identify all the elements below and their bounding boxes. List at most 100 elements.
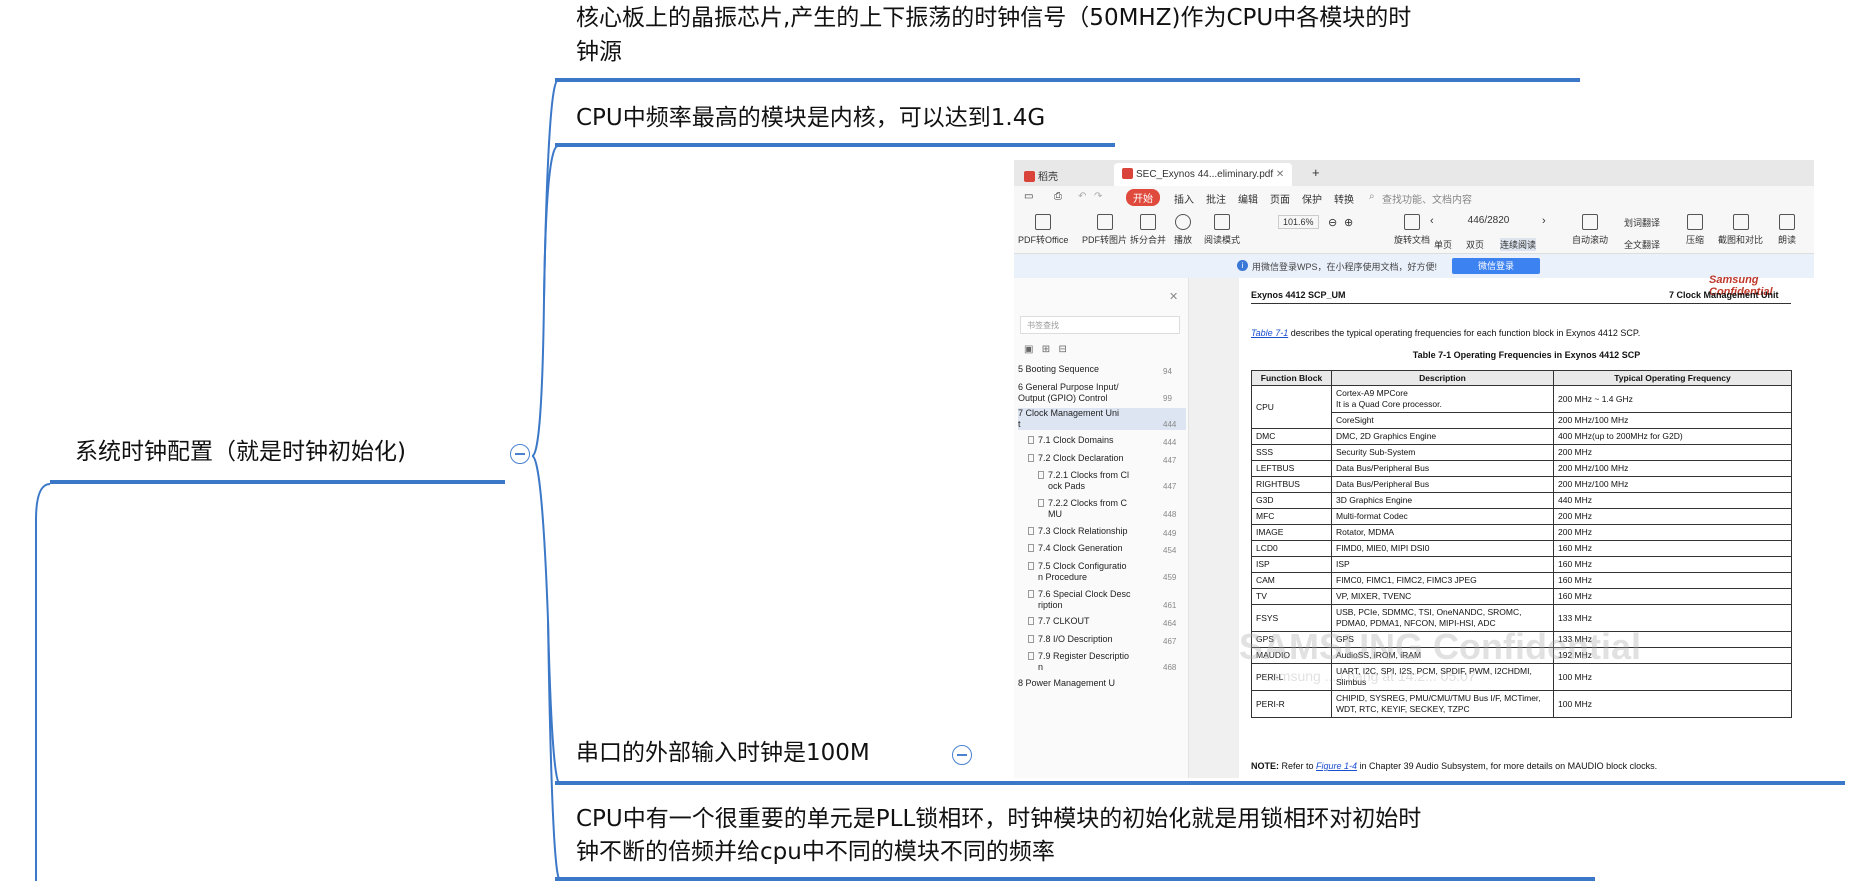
rotate-doc-button[interactable]: 旋转文档 bbox=[1394, 214, 1430, 246]
embedded-pdf-screenshot: 稻壳 SEC_Exynos 44...eliminary.pdf ✕ + ▭ ⎙… bbox=[1014, 160, 1814, 778]
child-node-core-freq[interactable]: CPU中频率最高的模块是内核，可以达到1.4G bbox=[576, 103, 1045, 134]
pdf-toolbar: PDF转Office PDF转图片 拆分合并 播放 阅读模式 101.6% ⊖ … bbox=[1014, 210, 1814, 254]
auto-scroll-icon bbox=[1582, 214, 1598, 230]
menu-convert[interactable]: 转换 bbox=[1334, 191, 1354, 206]
auto-scroll-button[interactable]: 自动滚动 bbox=[1572, 214, 1608, 246]
next-page-icon[interactable]: › bbox=[1542, 215, 1546, 227]
continuous-read-button[interactable]: 连续阅读 bbox=[1500, 238, 1537, 251]
bookmark-item[interactable]: 6 General Purpose Input/Output (GPIO) Co… bbox=[1018, 382, 1186, 404]
menu-protect[interactable]: 保护 bbox=[1302, 191, 1322, 206]
child-node-crystal-underline bbox=[555, 78, 1580, 82]
new-tab-button[interactable]: + bbox=[1304, 163, 1328, 186]
cell-block: TV bbox=[1251, 588, 1332, 605]
bookmark-item[interactable]: 7.8 I/O Description 467 bbox=[1018, 634, 1186, 646]
bookmark-item[interactable]: 7.7 CLKOUT 464 bbox=[1018, 616, 1186, 628]
bookmark-item[interactable]: 7.9 Register Descriptio n 468 bbox=[1018, 651, 1186, 673]
prev-page-icon[interactable]: ‹ bbox=[1430, 215, 1434, 227]
child-node-pll-line2[interactable]: 钟不断的倍频并给cpu中不同的模块不同的频率 bbox=[576, 837, 1055, 868]
page-number-input[interactable]: 446/2820 bbox=[1441, 215, 1536, 231]
child-node-core-freq-underline bbox=[555, 143, 1115, 147]
bookmark-toolbar-icons[interactable]: ▣ ⊞ ⊟ bbox=[1024, 344, 1067, 355]
reading-mode-button[interactable]: 阅读模式 bbox=[1204, 214, 1240, 246]
function-search[interactable]: 查找功能、文档内容 bbox=[1382, 191, 1472, 206]
bookmark-label-cont: ock Pads bbox=[1048, 481, 1086, 491]
bookmark-item[interactable]: 5 Booting Sequence 94 bbox=[1018, 364, 1186, 376]
bookmark-item[interactable]: 7.5 Clock Configuratio n Procedure 459 bbox=[1018, 561, 1186, 583]
central-collapse-icon[interactable] bbox=[510, 444, 530, 464]
bookmark-label-cont: n bbox=[1038, 662, 1044, 672]
bookmark-icon bbox=[1038, 471, 1044, 479]
cell-frequency: 200 MHz bbox=[1553, 508, 1792, 525]
bookmark-item[interactable]: 7.2.1 Clocks from Cl ock Pads 447 bbox=[1018, 470, 1186, 492]
wechat-login-button[interactable]: 微信登录 bbox=[1452, 258, 1540, 274]
close-icon[interactable]: ✕ bbox=[1169, 290, 1178, 303]
zoom-out-icon[interactable]: ⊖ bbox=[1328, 216, 1337, 229]
bookmark-item[interactable]: 7.2.2 Clocks from C MU 448 bbox=[1018, 498, 1186, 520]
central-node-label[interactable]: 系统时钟配置（就是时钟初始化) bbox=[75, 437, 406, 468]
uart-clock-collapse-icon[interactable] bbox=[952, 745, 972, 765]
child-node-crystal-line1[interactable]: 核心板上的晶振芯片,产生的上下振荡的时钟信号（50MHZ)作为CPU中各模块的时 bbox=[576, 3, 1411, 34]
bookmark-item[interactable]: 8 Power Management U bbox=[1018, 678, 1186, 689]
cell-block: G3D bbox=[1251, 492, 1332, 509]
menu-start[interactable]: 开始 bbox=[1126, 189, 1160, 206]
word-translate-button[interactable]: 划词翻译 bbox=[1624, 216, 1660, 229]
bookmark-item[interactable]: 7.6 Special Clock Desc ription 461 bbox=[1018, 589, 1186, 611]
table-caption: Table 7-1 Operating Frequencies in Exyno… bbox=[1412, 350, 1641, 360]
print-icon[interactable]: ⎙ bbox=[1054, 191, 1062, 202]
cell-frequency: 160 MHz bbox=[1553, 588, 1792, 605]
table-link[interactable]: Table 7-1 bbox=[1251, 328, 1288, 338]
bookmark-item[interactable]: 7 Clock Management Uni t 444 bbox=[1018, 408, 1186, 430]
rotate-icon bbox=[1404, 214, 1420, 230]
bookmark-page: 454 bbox=[1163, 546, 1177, 555]
read-aloud-button[interactable]: 朗读 bbox=[1778, 214, 1796, 246]
close-tab-icon[interactable]: ✕ bbox=[1276, 169, 1284, 180]
search-icon[interactable]: ⌕ bbox=[1369, 191, 1375, 202]
bookmark-icon bbox=[1028, 617, 1034, 625]
menu-edit[interactable]: 编辑 bbox=[1238, 191, 1258, 206]
pdf-to-image-button[interactable]: PDF转图片 bbox=[1082, 214, 1127, 246]
bookmark-label: 7.8 I/O Description bbox=[1038, 634, 1113, 644]
table-row: DMC DMC, 2D Graphics Engine 400 MHz(up to … bbox=[1251, 428, 1792, 445]
redo-icon[interactable]: ↷ bbox=[1094, 191, 1102, 202]
bookmark-label: 7.5 Clock Configuratio bbox=[1038, 561, 1127, 571]
cell-description: FIMC0, FIMC1, FIMC2, FIMC3 JPEG bbox=[1331, 572, 1554, 589]
bookmark-item[interactable]: 7.4 Clock Generation 454 bbox=[1018, 543, 1186, 555]
compress-button[interactable]: 压缩 bbox=[1686, 214, 1704, 246]
zoom-in-icon[interactable]: ⊕ bbox=[1344, 216, 1353, 229]
bookmark-item[interactable]: 7.2 Clock Declaration 447 bbox=[1018, 453, 1186, 465]
play-button[interactable]: 播放 bbox=[1174, 214, 1192, 246]
bookmark-label: 7 Clock Management Uni bbox=[1018, 408, 1120, 418]
cell-frequency: 200 MHz ~ 1.4 GHz bbox=[1553, 385, 1792, 413]
figure-link[interactable]: Figure 1-4 bbox=[1316, 761, 1357, 771]
screenshot-compare-button[interactable]: 截图和对比 bbox=[1718, 214, 1763, 246]
single-page-button[interactable]: 单页 bbox=[1434, 238, 1452, 251]
full-translate-button[interactable]: 全文翻译 bbox=[1624, 238, 1660, 251]
folder-icon[interactable]: ▭ bbox=[1024, 191, 1033, 202]
child-node-uart-clock[interactable]: 串口的外部输入时钟是100M bbox=[576, 738, 870, 769]
menu-insert[interactable]: 插入 bbox=[1174, 191, 1194, 206]
samsung-watermark-sub: samsung ... l.pang at 14:2... 05.07 bbox=[1264, 668, 1476, 684]
tab-pdf-document[interactable]: SEC_Exynos 44...eliminary.pdf ✕ bbox=[1114, 163, 1293, 186]
menu-annotate[interactable]: 批注 bbox=[1206, 191, 1226, 206]
play-icon bbox=[1175, 214, 1191, 230]
bookmark-search-input[interactable]: 书签查找 bbox=[1020, 316, 1180, 334]
child-node-crystal-line2[interactable]: 钟源 bbox=[576, 37, 622, 68]
child-node-pll-line1[interactable]: CPU中有一个很重要的单元是PLL锁相环，时钟模块的初始化就是用锁相环对初始时 bbox=[576, 804, 1421, 835]
cell-frequency: 160 MHz bbox=[1553, 556, 1792, 573]
cell-frequency: 200 MHz bbox=[1553, 524, 1792, 541]
pdf-to-office-button[interactable]: PDF转Office bbox=[1018, 214, 1068, 246]
cell-block: PERI-R bbox=[1251, 690, 1332, 718]
split-merge-button[interactable]: 拆分合并 bbox=[1130, 214, 1166, 246]
cell-block: DMC bbox=[1251, 428, 1332, 445]
zoom-select[interactable]: 101.6% bbox=[1278, 215, 1319, 229]
cell-description: Rotator, MDMA bbox=[1331, 524, 1554, 541]
tab-daoke[interactable]: 稻壳 bbox=[1016, 163, 1066, 186]
menu-page[interactable]: 页面 bbox=[1270, 191, 1290, 206]
double-page-button[interactable]: 双页 bbox=[1466, 238, 1484, 251]
bookmark-item[interactable]: 7.1 Clock Domains 444 bbox=[1018, 435, 1186, 447]
undo-icon[interactable]: ↶ bbox=[1078, 191, 1086, 202]
bookmark-page: 461 bbox=[1163, 601, 1177, 610]
bookmark-page: 444 bbox=[1163, 420, 1177, 429]
cell-frequency: 160 MHz bbox=[1553, 540, 1792, 557]
bookmark-item[interactable]: 7.3 Clock Relationship 449 bbox=[1018, 526, 1186, 538]
